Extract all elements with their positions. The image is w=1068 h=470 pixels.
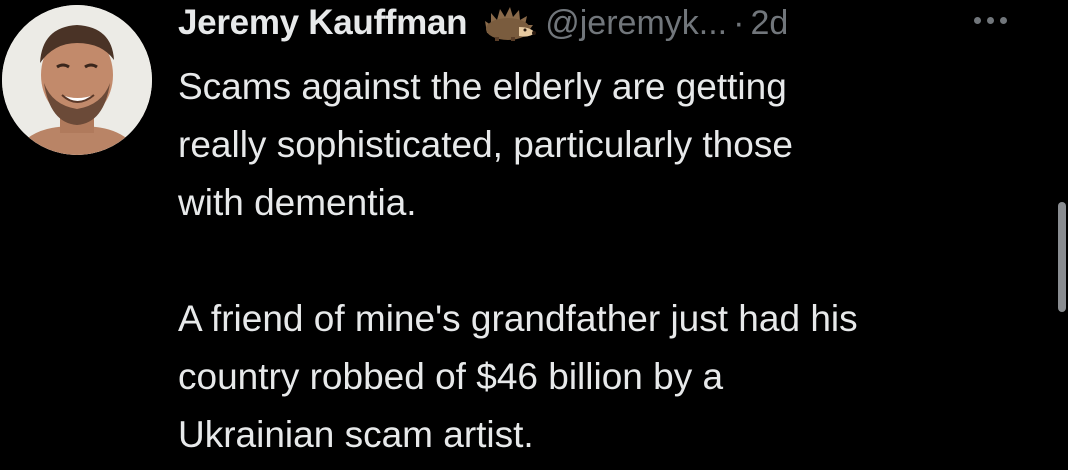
- tweet-text: Scams against the elderly are getting re…: [178, 58, 1038, 464]
- tweet-header: Jeremy Kauffman @jeremyk... · 2d: [178, 0, 788, 46]
- separator-dot: ·: [733, 3, 745, 42]
- avatar-image: [2, 5, 152, 155]
- more-options-icon[interactable]: [974, 13, 1024, 27]
- more-dot: [974, 16, 981, 24]
- scrollbar[interactable]: [1058, 202, 1066, 312]
- more-dot: [1000, 16, 1007, 24]
- text-line: country robbed of $46 billion by a: [178, 356, 724, 397]
- user-handle[interactable]: @jeremyk...: [545, 4, 727, 43]
- tweet[interactable]: Jeremy Kauffman @jeremyk... · 2d Scams a…: [0, 0, 1068, 470]
- display-name[interactable]: Jeremy Kauffman: [178, 3, 468, 43]
- hedgehog-icon: [479, 3, 537, 43]
- text-line: with dementia.: [178, 182, 417, 223]
- text-line: really sophisticated, particularly those: [178, 124, 793, 165]
- timestamp[interactable]: 2d: [750, 4, 788, 43]
- text-line: Scams against the elderly are getting: [178, 66, 787, 107]
- more-dot: [987, 16, 994, 24]
- text-line: Ukrainian scam artist.: [178, 414, 534, 455]
- text-line: A friend of mine's grandfather just had …: [178, 298, 858, 339]
- avatar[interactable]: [2, 5, 152, 155]
